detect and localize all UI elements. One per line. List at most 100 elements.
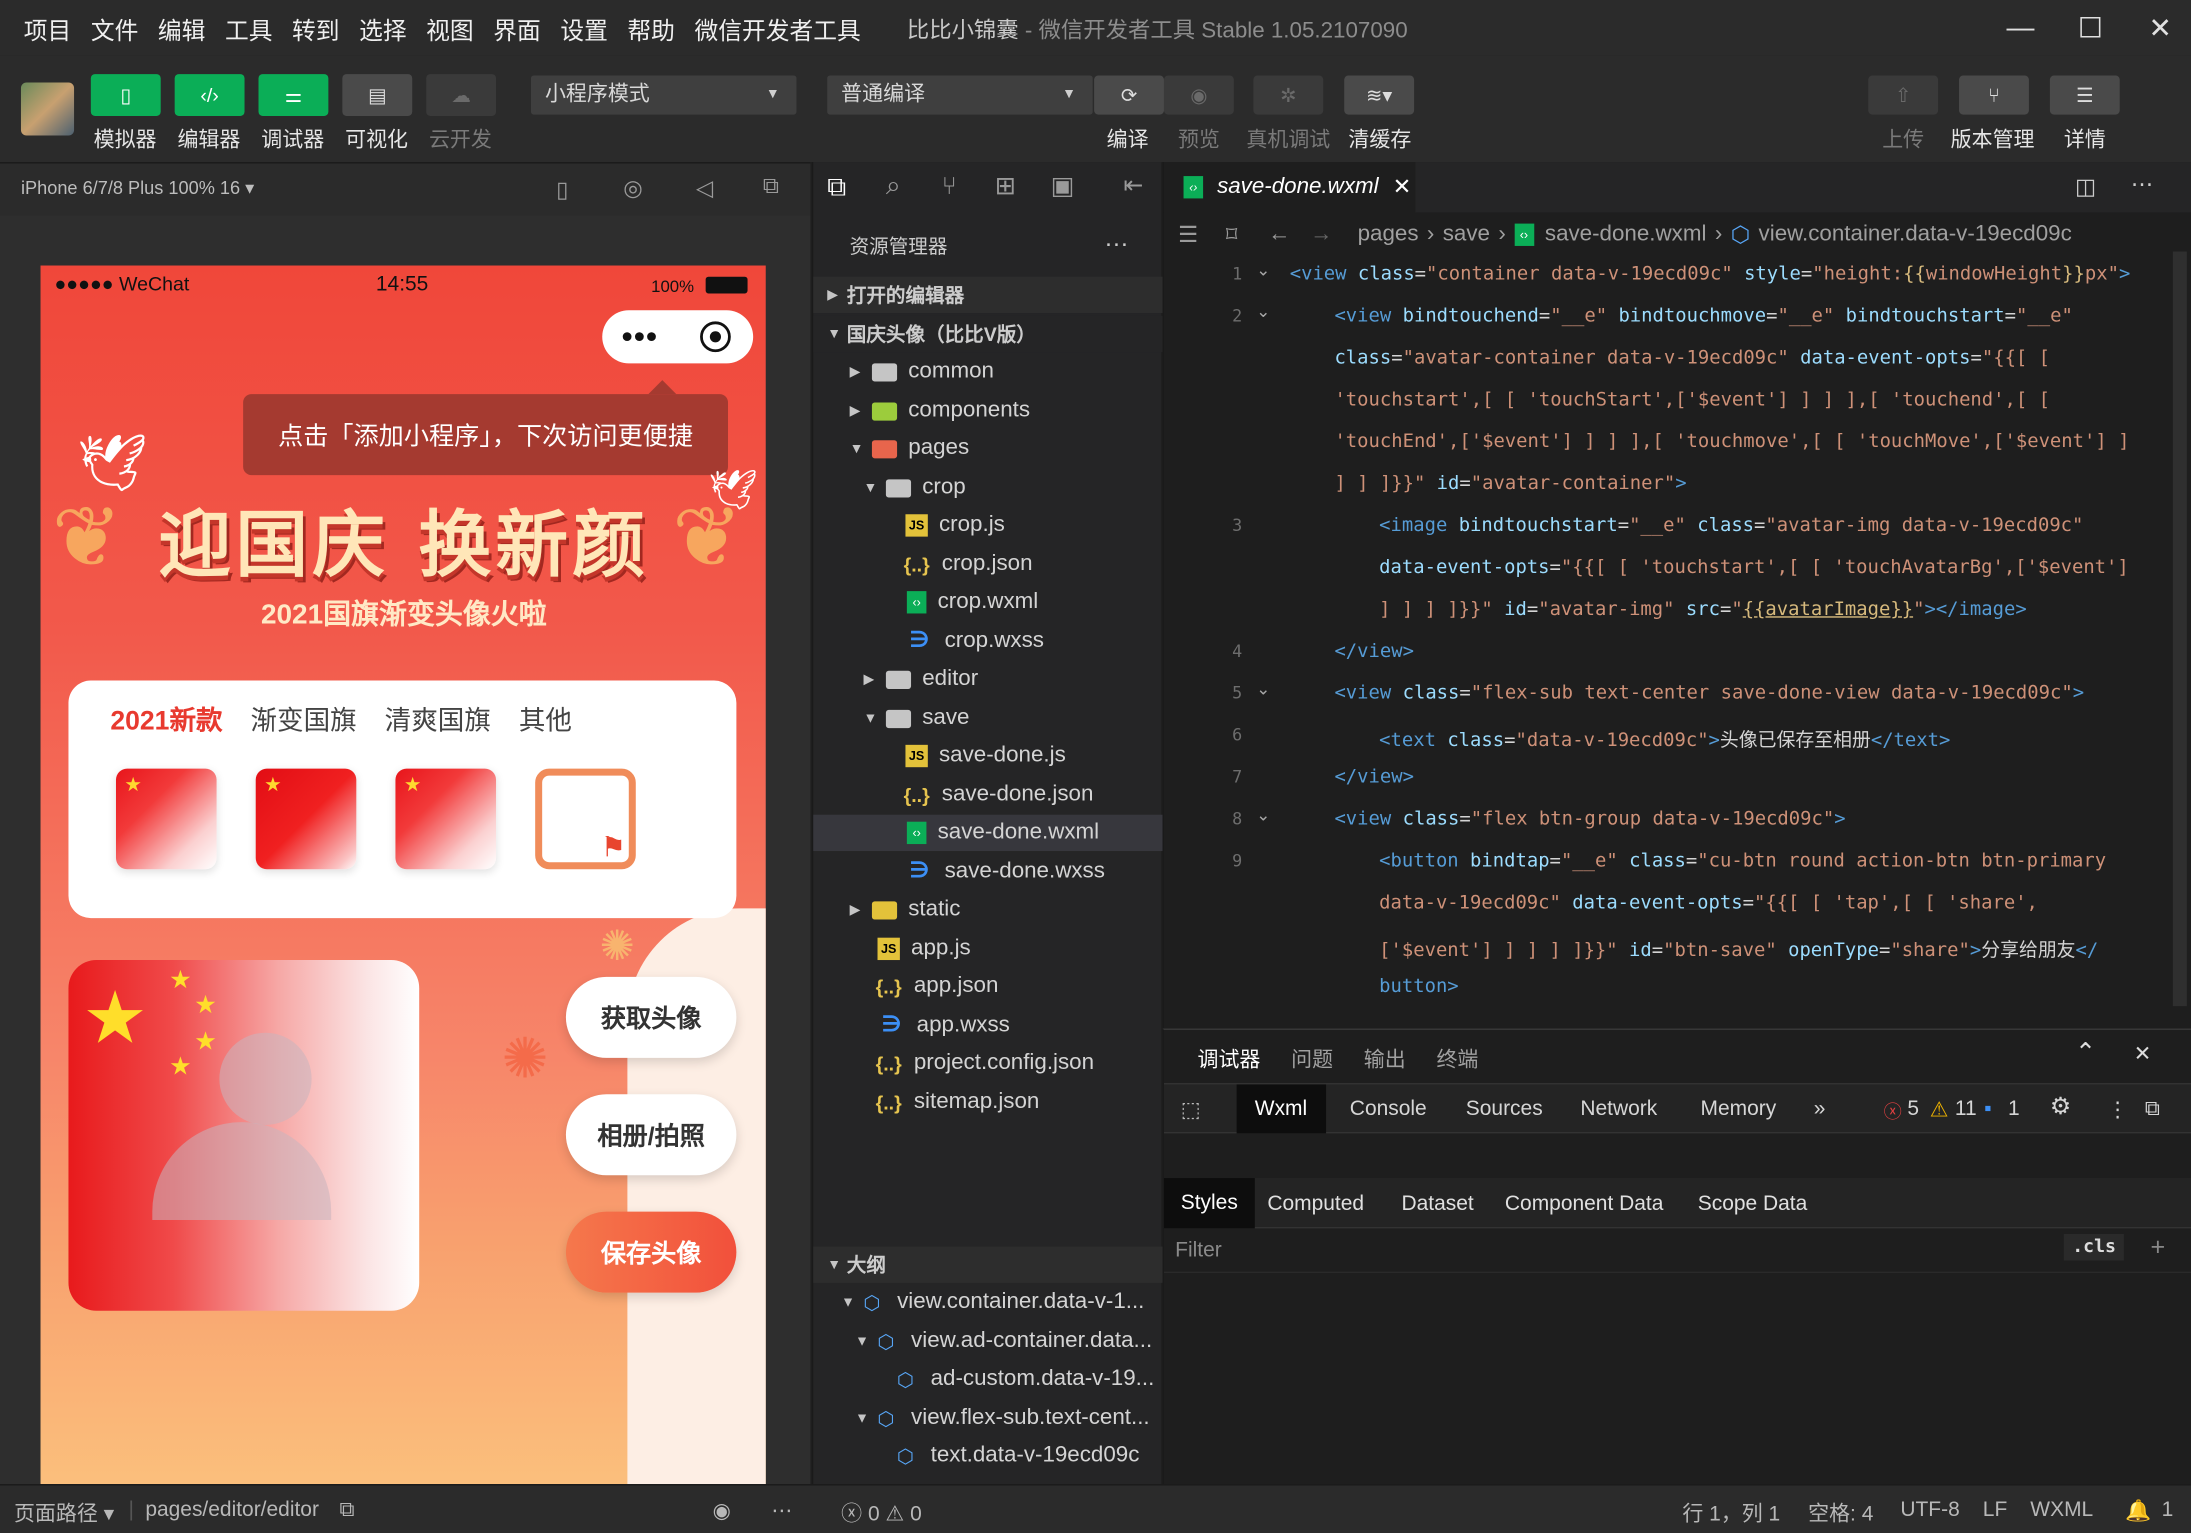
avatar-preview[interactable]: ★ ★ ★ ★ ★ <box>68 960 420 1311</box>
cursor-position[interactable]: 行 1，列 1 <box>1682 1498 1780 1527</box>
code-line[interactable]: 'touchEnd',['$event'] ] ] ],[ 'touchmove… <box>1334 430 2129 452</box>
outline-item[interactable]: ▼ ⬡ view.container.data-v-1... <box>813 1284 1162 1320</box>
code-line[interactable]: </view> <box>1334 766 1414 788</box>
code-line[interactable]: button> <box>1379 975 1459 997</box>
tree-item[interactable]: {..} crop.json <box>813 546 1162 582</box>
tree-item[interactable]: {..} project.config.json <box>813 1045 1162 1081</box>
code-line[interactable]: ] ] ]}}" id="avatar-container"> <box>1334 472 1686 494</box>
split-editor-icon[interactable]: ◫ <box>2075 173 2096 201</box>
warning-count[interactable]: 11 <box>1955 1097 1977 1121</box>
tree-item[interactable]: {..} sitemap.json <box>813 1084 1162 1120</box>
menu-tools[interactable]: 工具 <box>215 10 282 45</box>
tab-wxml[interactable]: Wxml <box>1236 1084 1326 1134</box>
list-icon[interactable]: ☰ <box>1178 221 1198 249</box>
save-avatar-button[interactable]: 保存头像 <box>565 1211 737 1293</box>
open-editors-section[interactable]: ▶ 打开的编辑器 <box>813 276 1163 314</box>
tree-item[interactable]: JS crop.js <box>813 507 1162 543</box>
fold-chevron-icon[interactable]: ⌄ <box>1256 302 1270 322</box>
menu-interface[interactable]: 界面 <box>483 10 550 45</box>
more-icon[interactable]: ⋯ <box>771 1498 792 1523</box>
phone-icon[interactable]: ▯ <box>556 176 568 204</box>
maximize-icon[interactable]: ☐ <box>2060 0 2121 56</box>
tree-item[interactable]: ∋ app.wxss <box>813 1008 1162 1044</box>
language-mode[interactable]: WXML <box>2030 1498 2093 1522</box>
close-tab-icon[interactable]: ✕ <box>1393 173 1412 201</box>
more-actions-icon[interactable]: ⋯ <box>2131 170 2153 198</box>
frame-thumbnail[interactable]: ⚑ <box>535 768 636 870</box>
code-line[interactable]: <view class="flex-sub text-center save-d… <box>1334 682 2084 704</box>
close-icon[interactable]: ✕ <box>2130 0 2191 56</box>
problems-indicator[interactable]: ⓧ 0 ⚠ 0 <box>841 1498 922 1527</box>
back-arrow-icon[interactable]: ← <box>1268 222 1290 247</box>
forward-arrow-icon[interactable]: → <box>1310 222 1332 247</box>
tab-component-data[interactable]: Component Data <box>1505 1192 1663 1216</box>
tree-item[interactable]: ‹› crop.wxml <box>813 584 1162 620</box>
tab-gradient-flag[interactable]: 渐变国旗 <box>251 700 357 738</box>
menu-edit[interactable]: 编辑 <box>148 10 215 45</box>
cloud-button[interactable]: ☁ <box>426 74 497 116</box>
end-of-line[interactable]: LF <box>1983 1498 2007 1522</box>
eye-icon[interactable]: ◉ <box>713 1498 731 1523</box>
tree-item[interactable]: ▶ static <box>813 892 1162 928</box>
tab-console[interactable]: Console <box>1350 1097 1427 1121</box>
outline-item[interactable]: ▼ ⬡ view.flex-sub.text-cent... <box>813 1400 1162 1436</box>
chevron-up-icon[interactable]: ⌃ <box>2075 1038 2096 1067</box>
tree-item[interactable]: JS save-done.js <box>813 738 1162 774</box>
tab-scope-data[interactable]: Scope Data <box>1698 1192 1808 1216</box>
code-line[interactable]: <text class="data-v-19ecd09c">头像已保存至相册</… <box>1379 724 1950 751</box>
menu-wechat-devtools[interactable]: 微信开发者工具 <box>685 10 871 45</box>
search-icon[interactable]: ⌕ <box>886 172 901 203</box>
menu-file[interactable]: 文件 <box>81 10 148 45</box>
tree-item-selected[interactable]: ‹› save-done.wxml <box>813 814 1163 852</box>
clear-cache-button[interactable]: ≋▾ <box>1344 75 1415 115</box>
tab-2021-new[interactable]: 2021新款 <box>110 700 222 738</box>
code-line[interactable]: <view class="container data-v-19ecd09c" … <box>1290 263 2131 285</box>
code-line[interactable]: class="avatar-container data-v-19ecd09c"… <box>1334 347 2050 369</box>
more-dots-icon[interactable]: ••• <box>622 319 658 355</box>
editor-button[interactable]: ‹/› <box>174 74 245 116</box>
breadcrumb-pages[interactable]: pages <box>1358 222 1419 247</box>
tab-network[interactable]: Network <box>1580 1097 1657 1121</box>
tree-item[interactable]: ▼ save <box>813 700 1162 736</box>
kebab-menu-icon[interactable]: ⋮ <box>2107 1097 2128 1122</box>
tree-item[interactable]: ▶ editor <box>813 661 1162 697</box>
fold-chevron-icon[interactable]: ⌄ <box>1256 679 1270 699</box>
page-path-select[interactable]: 页面路径 ▾ <box>14 1498 114 1527</box>
fold-chevron-icon[interactable]: ⌄ <box>1256 260 1270 280</box>
tab-problems[interactable]: 问题 <box>1291 1044 1333 1073</box>
get-avatar-button[interactable]: 获取头像 <box>565 976 737 1058</box>
more-icon[interactable]: … <box>1104 224 1129 253</box>
menu-select[interactable]: 选择 <box>349 10 416 45</box>
tree-item[interactable]: ∋ save-done.wxss <box>813 854 1162 890</box>
inspect-icon[interactable]: ⬚ <box>1181 1097 1201 1122</box>
tab-computed[interactable]: Computed <box>1267 1192 1364 1216</box>
record-icon[interactable]: ◎ <box>623 175 643 203</box>
menu-view[interactable]: 视图 <box>416 10 483 45</box>
code-line[interactable]: <view bindtouchend="__e" bindtouchmove="… <box>1334 305 2072 327</box>
tab-debugger[interactable]: 调试器 <box>1198 1044 1261 1073</box>
code-line[interactable]: data-event-opts="{{[ [ 'touchstart',[ [ … <box>1379 556 2129 578</box>
tree-item[interactable]: ∋ crop.wxss <box>813 623 1162 659</box>
tree-item[interactable]: ▶ common <box>813 354 1162 390</box>
tree-item[interactable]: ▶ components <box>813 393 1162 429</box>
outline-item[interactable]: ⬡ text.data-v-19ecd09c <box>813 1438 1162 1474</box>
preview-button[interactable]: ◉ <box>1163 75 1234 115</box>
tab-styles[interactable]: Styles <box>1163 1178 1255 1229</box>
breadcrumb-node[interactable]: view.container.data-v-19ecd09c <box>1759 222 2072 247</box>
copy-icon[interactable]: ⧉ <box>340 1498 355 1522</box>
more-tabs-icon[interactable]: » <box>1814 1097 1826 1121</box>
collapse-panel-icon[interactable]: ⇤ <box>1123 172 1143 200</box>
compile-button[interactable]: ⟳ <box>1094 75 1164 115</box>
code-line[interactable]: ] ] ] ]}}" id="avatar-img" src="{{avatar… <box>1379 598 2027 620</box>
album-camera-button[interactable]: 相册/拍照 <box>565 1094 737 1176</box>
info-count[interactable]: 1 <box>2008 1097 2020 1121</box>
indentation[interactable]: 空格: 4 <box>1808 1498 1873 1527</box>
tab-output[interactable]: 输出 <box>1364 1044 1406 1073</box>
code-line[interactable]: 'touchstart',[ [ 'touchStart',['$event']… <box>1334 388 2049 410</box>
fold-chevron-icon[interactable]: ⌄ <box>1256 805 1270 825</box>
source-control-icon[interactable]: ⑂ <box>942 172 957 201</box>
bookmark-icon[interactable]: ⌑ <box>1226 221 1237 249</box>
editor-scrollbar[interactable] <box>2172 251 2187 1007</box>
tree-item[interactable]: JS app.js <box>813 931 1162 967</box>
outline-item[interactable]: ▼ ⬡ view.ad-container.data... <box>813 1323 1162 1359</box>
